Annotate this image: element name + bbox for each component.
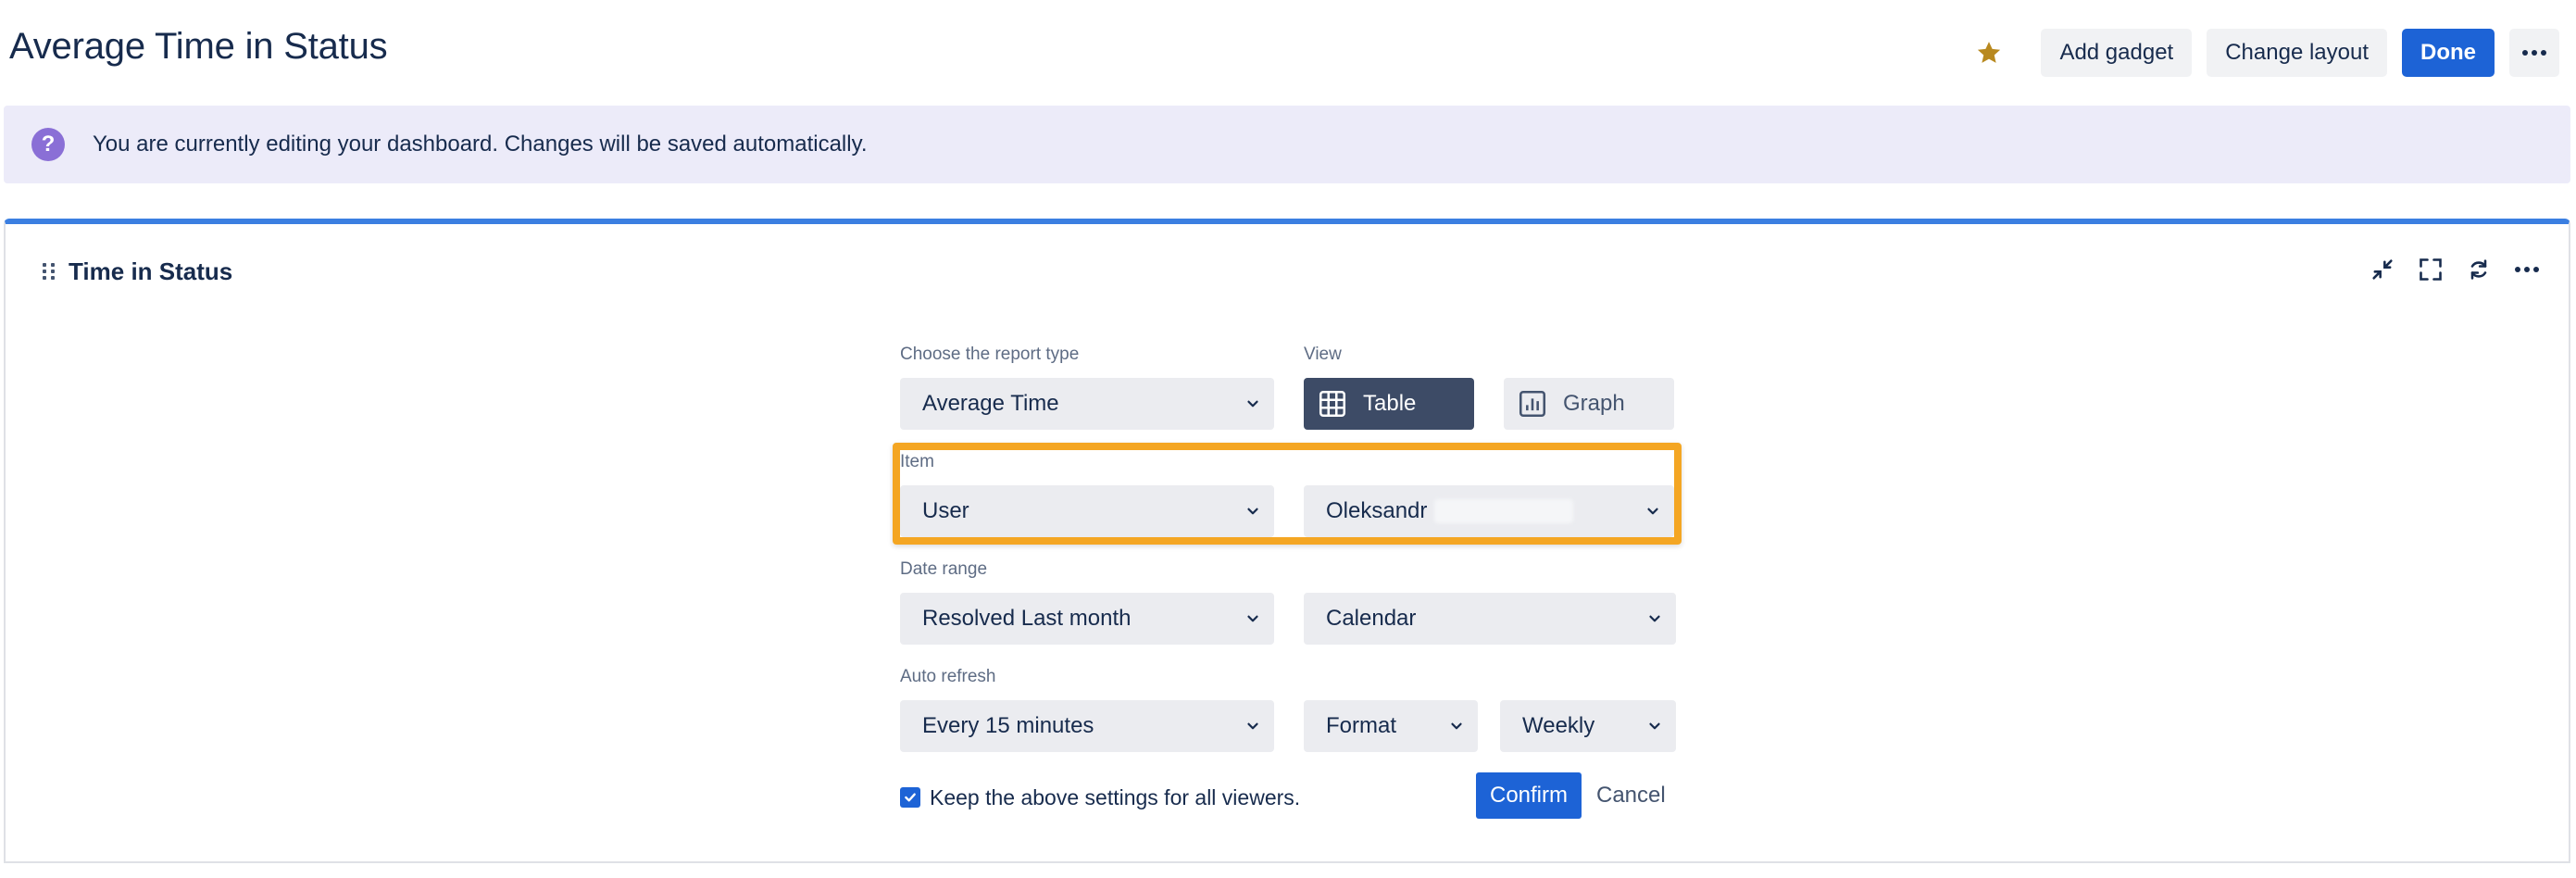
redacted-surname: [1434, 499, 1574, 523]
item-type-select[interactable]: User: [900, 485, 1274, 537]
user-select[interactable]: Oleksandr: [1304, 485, 1674, 537]
bar-chart-icon: [1517, 388, 1548, 420]
chevron-down-icon: [1247, 722, 1258, 730]
view-graph-button[interactable]: Graph: [1504, 378, 1674, 430]
report-type-value: Average Time: [922, 391, 1059, 416]
confirm-button[interactable]: Confirm: [1476, 772, 1582, 819]
chevron-down-icon: [1247, 615, 1258, 622]
minimize-icon[interactable]: [2369, 256, 2396, 283]
auto-refresh-label: Auto refresh: [900, 667, 996, 686]
view-label: View: [1304, 345, 1342, 364]
question-circle-icon: ?: [31, 128, 65, 161]
item-type-value: User: [922, 498, 969, 523]
chevron-down-icon: [1451, 722, 1462, 730]
header-actions: Add gadget Change layout Done: [1969, 29, 2559, 77]
calendar-value: Calendar: [1326, 606, 1417, 631]
gadget-more-button[interactable]: [2513, 256, 2541, 283]
report-type-select[interactable]: Average Time: [900, 378, 1274, 430]
time-in-status-gadget: Time in Status Choose the report type Av…: [4, 219, 2570, 863]
refresh-icon[interactable]: [2465, 256, 2493, 283]
chevron-down-icon: [1247, 400, 1258, 408]
date-range-value: Resolved Last month: [922, 606, 1132, 631]
gadget-toolbar: [2369, 256, 2541, 283]
chevron-down-icon: [1647, 508, 1658, 515]
chevron-down-icon: [1649, 615, 1660, 622]
edit-mode-banner: ? You are currently editing your dashboa…: [4, 106, 2570, 183]
checkmark-icon: [905, 793, 916, 802]
format-select[interactable]: Format: [1304, 700, 1478, 752]
calendar-select[interactable]: Calendar: [1304, 593, 1676, 645]
period-value: Weekly: [1522, 713, 1595, 738]
add-gadget-button[interactable]: Add gadget: [2041, 29, 2193, 77]
star-icon[interactable]: [1969, 32, 2009, 73]
banner-message: You are currently editing your dashboard…: [93, 132, 868, 157]
cancel-button[interactable]: Cancel: [1596, 772, 1666, 819]
view-table-button[interactable]: Table: [1304, 378, 1474, 430]
more-horizontal-icon: [2522, 50, 2546, 56]
view-graph-label: Graph: [1563, 391, 1625, 416]
more-horizontal-icon: [2515, 267, 2539, 272]
report-type-label: Choose the report type: [900, 345, 1080, 364]
fullscreen-icon[interactable]: [2417, 256, 2445, 283]
chevron-down-icon: [1649, 722, 1660, 730]
drag-handle-icon[interactable]: [43, 263, 56, 280]
format-value: Format: [1326, 713, 1397, 738]
auto-refresh-select[interactable]: Every 15 minutes: [900, 700, 1274, 752]
date-range-label: Date range: [900, 559, 988, 579]
done-button[interactable]: Done: [2402, 29, 2495, 77]
table-grid-icon: [1317, 388, 1348, 420]
view-table-label: Table: [1363, 391, 1417, 416]
user-value: Oleksandr: [1326, 498, 1428, 523]
period-select[interactable]: Weekly: [1500, 700, 1676, 752]
gadget-title: Time in Status: [69, 257, 233, 285]
date-range-select[interactable]: Resolved Last month: [900, 593, 1274, 645]
keep-settings-label: Keep the above settings for all viewers.: [930, 785, 1301, 809]
auto-refresh-value: Every 15 minutes: [922, 713, 1094, 738]
change-layout-button[interactable]: Change layout: [2207, 29, 2387, 77]
keep-settings-checkbox[interactable]: [900, 787, 920, 808]
header-more-button[interactable]: [2509, 29, 2559, 77]
item-label: Item: [900, 452, 934, 471]
page-title: Average Time in Status: [9, 26, 388, 67]
chevron-down-icon: [1247, 508, 1258, 515]
